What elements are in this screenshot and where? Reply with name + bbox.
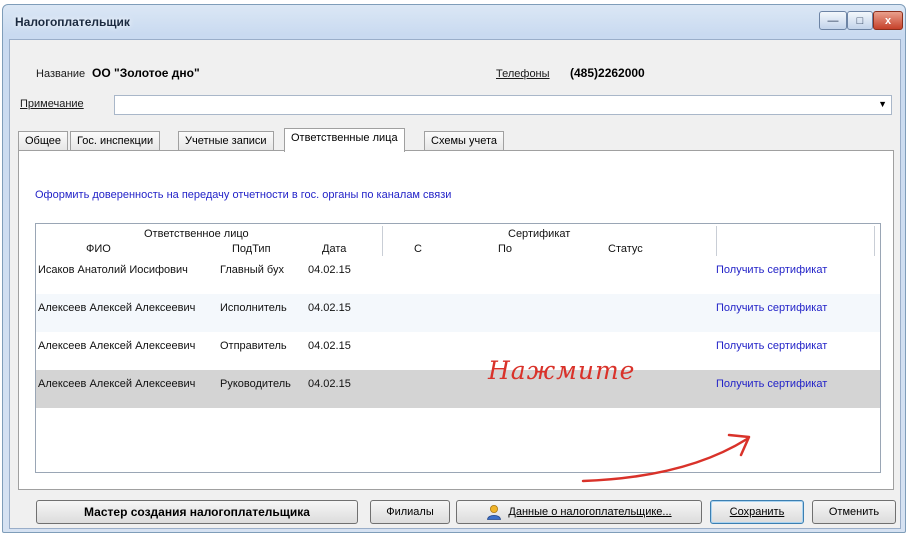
cell-fio: Алексеев Алексей Алексеевич	[38, 340, 196, 352]
column-header-fio[interactable]: ФИО	[86, 243, 111, 255]
taxpayer-wizard-button[interactable]: Мастер создания налогоплательщика	[36, 500, 358, 524]
person-icon	[486, 504, 502, 520]
taxpayer-data-label: Данные о налогоплательщике...	[508, 506, 672, 518]
save-button[interactable]: Сохранить	[710, 500, 804, 524]
note-combobox[interactable]: ▼	[114, 95, 892, 115]
phones-label-text: Телефоны	[496, 68, 550, 80]
column-header-from[interactable]: С	[414, 243, 422, 255]
taxpayer-data-button[interactable]: Данные о налогоплательщике...	[456, 500, 702, 524]
window-title: Налогоплательщик	[15, 15, 130, 29]
get-certificate-link[interactable]: Получить сертификат	[716, 340, 827, 352]
cell-fio: Алексеев Алексей Алексеевич	[38, 378, 196, 390]
column-header-to[interactable]: По	[498, 243, 512, 255]
get-certificate-link[interactable]: Получить сертификат	[716, 378, 827, 390]
phones-label: Телефоны	[496, 68, 550, 80]
branches-button[interactable]: Филиалы	[370, 500, 450, 524]
cell-subtype: Исполнитель	[220, 302, 287, 314]
tab-gov-inspections[interactable]: Гос. инспекции	[70, 131, 161, 151]
header-separator	[874, 226, 875, 256]
table-row[interactable]: Алексеев Алексей Алексеевич Отправитель …	[36, 332, 880, 370]
table-row-selected[interactable]: Алексеев Алексей Алексеевич Руководитель…	[36, 370, 880, 408]
close-icon: x	[884, 14, 892, 27]
cell-subtype: Отправитель	[220, 340, 287, 352]
cancel-button[interactable]: Отменить	[812, 500, 896, 524]
cell-date: 04.02.15	[308, 340, 351, 352]
phones-field[interactable]: (485)2262000	[570, 66, 645, 80]
taxpayer-window: Налогоплательщик — □ x Название ОО "Золо…	[2, 4, 906, 533]
tab-responsible-persons[interactable]: Ответственные лица	[284, 128, 405, 152]
group-header-certificate: Сертификат	[508, 228, 571, 240]
dropdown-arrow-icon[interactable]: ▼	[878, 99, 887, 109]
column-header-subtype[interactable]: ПодТип	[232, 243, 271, 255]
title-bar[interactable]: Налогоплательщик — □ x	[3, 5, 905, 39]
name-label: Название	[36, 68, 86, 80]
cell-subtype: Главный бух	[220, 264, 284, 276]
form-body: Название ОО "Золотое дно" Телефоны (485)…	[9, 39, 901, 529]
table-row[interactable]: Алексеев Алексей Алексеевич Исполнитель …	[36, 294, 880, 332]
annotation-arrow-icon	[581, 433, 751, 483]
maximize-button[interactable]: □	[847, 11, 873, 30]
tab-general[interactable]: Общее	[18, 131, 69, 151]
note-label: Примечание	[20, 98, 84, 110]
group-header-responsible: Ответственное лицо	[144, 228, 249, 240]
column-header-status[interactable]: Статус	[608, 243, 643, 255]
cell-fio: Алексеев Алексей Алексеевич	[38, 302, 196, 314]
annotation-text: Нажмите	[488, 356, 636, 385]
cell-date: 04.02.15	[308, 302, 351, 314]
header-separator	[382, 226, 383, 256]
save-label: Сохранить	[729, 506, 785, 518]
cell-fio: Исаков Анатолий Иосифович	[38, 264, 188, 276]
get-certificate-link[interactable]: Получить сертификат	[716, 302, 827, 314]
cell-subtype: Руководитель	[220, 378, 291, 390]
name-field[interactable]: ОО "Золотое дно"	[92, 66, 200, 80]
cell-date: 04.02.15	[308, 378, 351, 390]
maximize-icon: □	[856, 14, 864, 27]
header-separator	[716, 226, 717, 256]
tab-accounting-schemes[interactable]: Схемы учета	[424, 131, 504, 151]
power-of-attorney-link[interactable]: Оформить доверенность на передачу отчетн…	[35, 189, 451, 201]
get-certificate-link[interactable]: Получить сертификат	[716, 264, 827, 276]
tab-accounts[interactable]: Учетные записи	[178, 131, 274, 151]
minimize-button[interactable]: —	[819, 11, 847, 30]
note-label-text: Примечание	[20, 98, 84, 110]
responsible-persons-panel: Оформить доверенность на передачу отчетн…	[18, 150, 894, 490]
table-row[interactable]: Исаков Анатолий Иосифович Главный бух 04…	[36, 256, 880, 294]
column-header-date[interactable]: Дата	[322, 243, 346, 255]
cell-date: 04.02.15	[308, 264, 351, 276]
minimize-icon: —	[827, 14, 839, 27]
close-button[interactable]: x	[873, 11, 903, 30]
